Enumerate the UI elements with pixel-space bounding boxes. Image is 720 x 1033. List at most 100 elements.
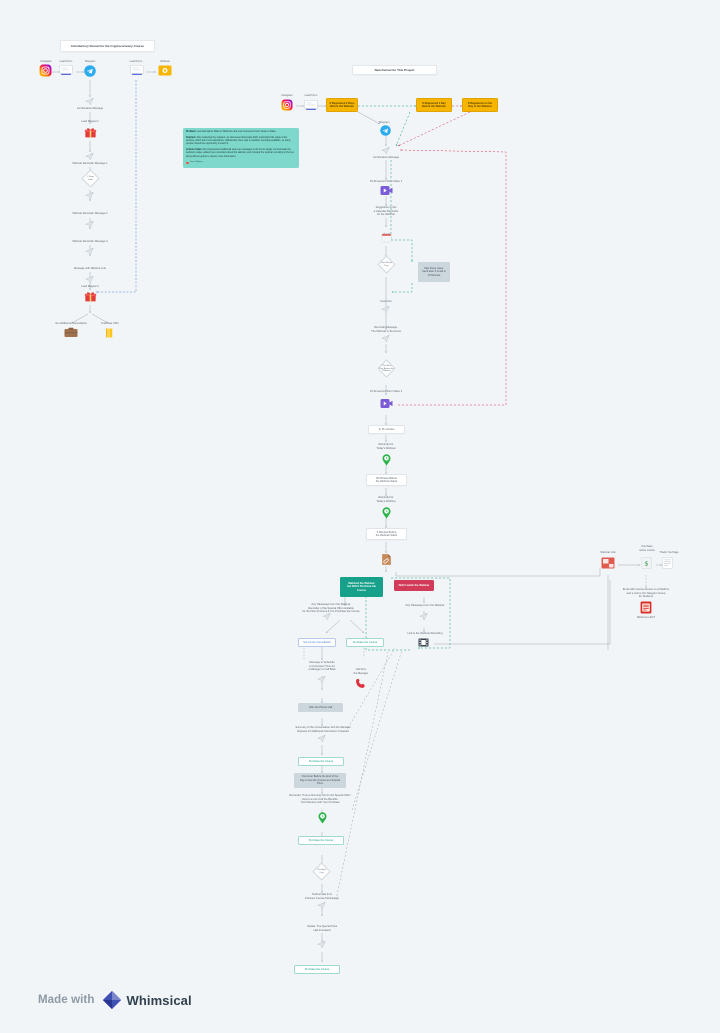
note-solution-text: After analyzing the situation, we discov… [186, 136, 291, 146]
old-step-label-7: Lead Magnet 2 [81, 285, 99, 288]
after-phone-call-box: After the Phone Call [298, 703, 343, 712]
film-icon[interactable] [418, 638, 429, 647]
webinar-link-icon[interactable] [601, 557, 615, 569]
clock-pin-icon-2 [382, 507, 391, 519]
telegram-icon-new [380, 125, 391, 136]
new-step-label-4: Feed Out [380, 300, 392, 303]
paper-plane-icon-old-5 [85, 247, 94, 256]
paper-plane-icon-old-3 [85, 191, 94, 200]
webinar-icon [158, 65, 172, 76]
source-label-webinar: Webinar [160, 60, 170, 63]
new-step-label-7: 15-30 second Short Video 2 [369, 390, 403, 393]
delay-box-15-min: In 15 minutes [368, 425, 405, 434]
instagram-icon [39, 64, 52, 77]
old-step-label-2: Webinar Reminder Message 1 [72, 162, 108, 165]
source-label-lead-form-2: Lead Form [129, 60, 143, 63]
note-actions-label: Actions Taken: [186, 149, 203, 152]
paper-plane-icon-old-2 [85, 152, 94, 161]
lead-form-icon [59, 65, 73, 76]
lead-form-icon-2 [130, 65, 144, 76]
decision-diamond-next-day-label: The Next Day [317, 869, 326, 874]
paper-plane-icon-testimonials [317, 901, 326, 910]
old-outcome-label-0: Get Additional Consultation [55, 322, 87, 325]
decision-diamond-old-label: 2 Days Later [87, 176, 94, 181]
paper-plane-icon-new-1 [381, 146, 390, 155]
new-source-label-lead-form: Lead Form [304, 94, 318, 97]
note-actions-text: We implemented additional warm-up messag… [186, 149, 295, 158]
instagram-icon-new [281, 99, 293, 111]
clock-pin-icon-1 [382, 454, 391, 466]
note-author-name: Irina Volkova [189, 161, 203, 164]
new-step-label-5: Reminder Message: The Webinar is Tomorro… [371, 326, 401, 333]
course-access-label: Email with Course Access on a Platform a… [622, 588, 670, 599]
lead-form-icon-new [304, 100, 318, 111]
new-step-label-1: 15-30 second Short Video 1 [369, 180, 403, 183]
schedule-message-label: Message to Schedule a Convenient Time fo… [308, 661, 336, 672]
special-offer-reminder-label: Reminder: Time is Running Out for the Sp… [289, 794, 351, 805]
watched-message-label: Key Takeaways from the Webinar Reminder … [302, 603, 360, 614]
books-icon [104, 327, 116, 339]
not-watched-message-label: Key Takeaways from the Webinar [405, 604, 445, 607]
paper-plane-icon-watched [322, 612, 331, 621]
new-source-label-instagram: Instagram [281, 94, 293, 97]
option-purchase-course-2[interactable]: Purchase the Course [298, 757, 344, 766]
email-icon [640, 601, 652, 614]
whimsical-diamond-icon [101, 989, 123, 1011]
option-purchase-course-1[interactable]: Purchase the Course [346, 638, 384, 647]
whimsical-footer: Made with Whimsical [38, 989, 192, 1011]
update-price-label: Update: The Special Price Has Increased [306, 925, 338, 932]
old-step-label-4: Webinar Reminder Message 2 [72, 212, 108, 215]
svg-text:$: $ [644, 559, 648, 567]
whimsical-board[interactable]: Introductory Funnel for the Cryptocurren… [0, 0, 720, 1033]
note-problem-text: Low Attendance Rate for Webinars and Low… [196, 131, 277, 133]
decision-diamond-new-2-label: The Next Day Before the Webinar [379, 364, 394, 373]
branch-not-watched-box[interactable]: Didn't watch the Webinar [394, 580, 434, 591]
testimonials-label: Testimonials from Previous Course Partic… [305, 893, 339, 900]
briefcase-icon [64, 327, 78, 338]
note-problem-label: Problem: [186, 131, 197, 133]
old-step-label-0: Confirmation Message [76, 107, 104, 110]
old-step-label-5: Webinar Reminder Message 3 [72, 240, 108, 243]
option-free-consultation[interactable]: Get a Free Consultation [298, 638, 336, 647]
new-step-label-2: Suggestion to Set a Calendar Reminder fo… [373, 206, 399, 217]
money-icon: $ [641, 557, 652, 569]
paper-plane-icon-schedule [317, 675, 326, 684]
condition-box-1[interactable]: If Registered 1 Day Before the Webinar [416, 98, 452, 112]
case-study-note: Problem: Low Attendance Rate for Webinar… [183, 128, 299, 168]
new-funnel-title: New Funnel for This Project [352, 65, 437, 75]
webinar-link-label: Webinar Link [600, 551, 616, 554]
gift-icon-1 [84, 126, 97, 139]
paper-plane-icon-update [317, 940, 326, 949]
condition-box-2[interactable]: If Registered on the Day of the Webinar [462, 98, 498, 112]
thank-you-page-label: Thank You Page [659, 551, 679, 554]
video-icon-1[interactable] [380, 185, 393, 196]
call-manager-label: Call from the Manager [353, 668, 369, 675]
link-icon[interactable] [381, 553, 392, 566]
gift-icon-2 [84, 290, 97, 303]
connector-layer [52, 71, 662, 962]
paper-plane-icon-not-watched [419, 612, 428, 621]
telegram-icon [84, 65, 96, 77]
option-purchase-course-4[interactable]: Purchase the Course [294, 965, 340, 974]
video-icon-2[interactable] [380, 398, 393, 409]
recording-link-label: Link to the Webinar Recording [407, 632, 443, 635]
option-purchase-course-3[interactable]: Purchase the Course [298, 836, 344, 845]
phone-icon [355, 678, 366, 689]
paper-plane-icon-new-2 [381, 305, 390, 314]
paper-plane-icon-summary [317, 734, 326, 743]
old-step-label-6: Message with Webinar Link [74, 267, 106, 270]
made-with-label: Made with [38, 994, 95, 1006]
condition-box-0[interactable]: If Registered 2 Days Before the Webinar [326, 98, 358, 112]
paper-plane-icon-new-3 [381, 334, 390, 343]
new-step-label-0: Confirmation Message [372, 156, 400, 159]
delay-box-5-min: 5 Minutes Before the Webinar Starts [366, 528, 407, 540]
whimsical-brand-label: Whimsical [126, 992, 192, 1008]
delay-box-30-min: 30 Minutes Before the Webinar Starts [366, 474, 407, 486]
avatar-dot-icon [186, 161, 189, 165]
old-outcome-label-1: Purchase Offer [101, 322, 119, 325]
new-step-label-9: Reminder for Today's Webinar [376, 443, 396, 450]
branch-watched-box[interactable]: Watched the Webinar but Didn't Purchase … [340, 577, 383, 597]
old-funnel-title: Introductory Funnel for the Cryptocurren… [60, 40, 155, 52]
page-icon [662, 557, 673, 569]
source-label-telegram: Telegram [84, 60, 96, 63]
